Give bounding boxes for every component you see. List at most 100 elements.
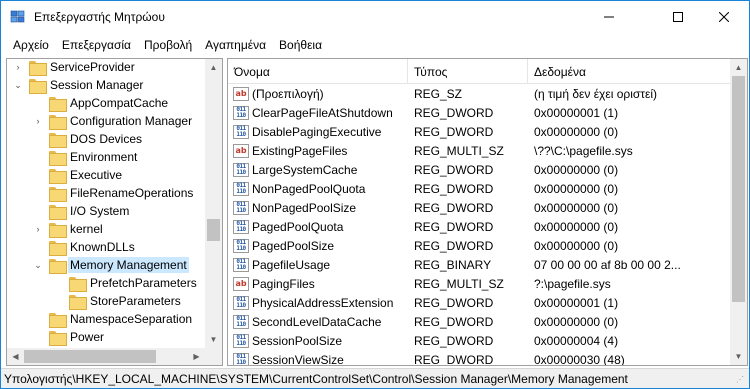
binary-value-icon: 011 110 bbox=[233, 314, 249, 329]
values-vertical-scrollbar[interactable]: ▲ ▼ bbox=[730, 59, 747, 365]
folder-icon bbox=[49, 312, 67, 328]
value-name: ClearPageFileAtShutdown bbox=[252, 105, 393, 120]
values-vertical-scroll-thumb[interactable] bbox=[732, 76, 745, 302]
value-row[interactable]: 011 110 ClearPageFileAtShutdown REG_DWORD 0x… bbox=[228, 103, 731, 122]
value-data: 0x00000000 (0) bbox=[534, 181, 619, 196]
folder-icon bbox=[49, 132, 67, 148]
value-name: PhysicalAddressExtension bbox=[252, 295, 394, 310]
tree-item[interactable]: DOS Devices bbox=[33, 130, 144, 148]
value-type: REG_DWORD bbox=[414, 200, 494, 215]
tree-item-label: Executive bbox=[70, 168, 123, 182]
maximize-button[interactable] bbox=[655, 1, 701, 32]
value-data: 0x00000000 (0) bbox=[534, 162, 619, 177]
close-button[interactable] bbox=[701, 1, 747, 32]
value-row[interactable]: ab ExistingPageFiles REG_MULTI_SZ \??\C:\pa… bbox=[228, 141, 731, 160]
tree-item-label: StoreParameters bbox=[90, 294, 181, 308]
title-bar[interactable]: Επεξεργαστής Μητρώου bbox=[1, 1, 749, 33]
resize-grip-icon[interactable]: ⋰ bbox=[736, 375, 746, 385]
tree-item[interactable]: NamespaceSeparation bbox=[33, 310, 194, 328]
scroll-up-arrow-icon[interactable]: ▲ bbox=[730, 59, 747, 76]
scroll-up-arrow-icon[interactable]: ▲ bbox=[205, 59, 222, 76]
tree-item[interactable]: FileRenameOperations bbox=[33, 184, 195, 202]
tree-item-label: Configuration Manager bbox=[70, 114, 193, 128]
tree-item[interactable]: › Configuration Manager bbox=[33, 112, 194, 130]
tree-horizontal-scroll-thumb[interactable] bbox=[24, 350, 156, 363]
value-type: REG_DWORD bbox=[414, 295, 494, 310]
value-row[interactable]: 011 110 PagefileUsage REG_BINARY 07 00 00 00… bbox=[228, 255, 731, 274]
value-data: 0x00000000 (0) bbox=[534, 238, 619, 253]
value-row[interactable]: 011 110 PhysicalAddressExtension REG_DWORD 0… bbox=[228, 293, 731, 312]
menu-favorites[interactable]: Αγαπημένα bbox=[200, 38, 274, 52]
menu-help[interactable]: Βοήθεια bbox=[274, 38, 330, 52]
binary-value-icon: 011 110 bbox=[233, 295, 249, 310]
tree-vertical-scroll-thumb[interactable] bbox=[207, 219, 220, 241]
menu-edit[interactable]: Επεξεργασία bbox=[57, 38, 139, 52]
expander-placeholder bbox=[33, 238, 43, 256]
value-row[interactable]: 011 110 DisablePagingExecutive REG_DWORD 0x0… bbox=[228, 122, 731, 141]
expand-chevron-icon[interactable]: › bbox=[33, 220, 43, 238]
tree-item[interactable]: Executive bbox=[33, 166, 124, 184]
value-data: 0x00000001 (1) bbox=[534, 295, 619, 310]
binary-value-icon: 011 110 bbox=[233, 181, 249, 196]
value-name-cell: 011 110 SecondLevelDataCache bbox=[233, 312, 408, 331]
value-row[interactable]: ab PagingFiles REG_MULTI_SZ ?:\pagefile.sys bbox=[228, 274, 731, 293]
key-tree-pane[interactable]: › ServiceProvider ⌄ Session Manager AppCompa… bbox=[6, 58, 223, 366]
tree-item[interactable]: ⌄ Memory Management bbox=[33, 256, 189, 274]
tree-item[interactable]: Environment bbox=[33, 148, 139, 166]
value-name: LargeSystemCache bbox=[252, 162, 358, 177]
tree-item[interactable]: AppCompatCache bbox=[33, 94, 170, 112]
value-name: NonPagedPoolQuota bbox=[252, 181, 366, 196]
tree-item-label: Environment bbox=[70, 150, 138, 164]
value-data: 0x00000030 (48) bbox=[534, 352, 625, 366]
values-pane[interactable]: Όνομα Τύπος Δεδομένα ab (Προεπιλογή) REG_S… bbox=[227, 58, 748, 366]
tree-item[interactable]: › ServiceProvider bbox=[13, 59, 137, 76]
key-path: Υπολογιστής\HKEY_LOCAL_MACHINE\SYSTEM\Cu… bbox=[4, 371, 628, 386]
folder-icon bbox=[49, 186, 67, 202]
string-value-icon: ab bbox=[233, 143, 249, 158]
scroll-down-arrow-icon[interactable]: ▼ bbox=[205, 331, 222, 348]
tree-item[interactable]: Power bbox=[33, 328, 106, 346]
value-row[interactable]: 011 110 NonPagedPoolSize REG_DWORD 0x0000000… bbox=[228, 198, 731, 217]
value-row[interactable]: 011 110 NonPagedPoolQuota REG_DWORD 0x000000… bbox=[228, 179, 731, 198]
menu-file[interactable]: Αρχείο bbox=[8, 38, 57, 52]
folder-icon bbox=[49, 204, 67, 220]
column-header-data[interactable]: Δεδομένα bbox=[528, 59, 731, 84]
expander-placeholder bbox=[33, 94, 43, 112]
tree-item[interactable]: ⌄ Session Manager bbox=[13, 76, 145, 94]
value-type: REG_MULTI_SZ bbox=[414, 143, 504, 158]
tree-horizontal-scrollbar[interactable]: ◀ ▶ bbox=[7, 348, 205, 365]
value-name-cell: 011 110 LargeSystemCache bbox=[233, 160, 408, 179]
scroll-right-arrow-icon[interactable]: ▶ bbox=[188, 348, 205, 365]
scroll-down-arrow-icon[interactable]: ▼ bbox=[730, 348, 747, 365]
value-row[interactable]: 011 110 PagedPoolQuota REG_DWORD 0x00000000 … bbox=[228, 217, 731, 236]
folder-icon bbox=[69, 294, 87, 310]
value-row[interactable]: 011 110 LargeSystemCache REG_DWORD 0x0000000… bbox=[228, 160, 731, 179]
menu-view[interactable]: Προβολή bbox=[139, 38, 200, 52]
tree-item-label: Session Manager bbox=[50, 78, 144, 92]
value-type: REG_SZ bbox=[414, 86, 463, 101]
value-row[interactable]: 011 110 PagedPoolSize REG_DWORD 0x00000000 (… bbox=[228, 236, 731, 255]
value-row[interactable]: 011 110 SecondLevelDataCache REG_DWORD 0x000… bbox=[228, 312, 731, 331]
tree-item[interactable]: PrefetchParameters bbox=[53, 274, 199, 292]
value-row[interactable]: ab (Προεπιλογή) REG_SZ (η τιμή δεν έχει ορι… bbox=[228, 84, 731, 103]
value-name: NonPagedPoolSize bbox=[252, 200, 357, 215]
tree-item[interactable]: StoreParameters bbox=[53, 292, 183, 310]
tree-item[interactable]: › kernel bbox=[33, 220, 105, 238]
collapse-chevron-icon[interactable]: ⌄ bbox=[13, 76, 23, 94]
expand-chevron-icon[interactable]: › bbox=[33, 112, 43, 130]
value-type: REG_DWORD bbox=[414, 124, 494, 139]
expand-chevron-icon[interactable]: › bbox=[13, 59, 23, 76]
value-row[interactable]: 011 110 SessionPoolSize REG_DWORD 0x00000004… bbox=[228, 331, 731, 350]
collapse-chevron-icon[interactable]: ⌄ bbox=[33, 256, 43, 274]
column-header-name[interactable]: Όνομα bbox=[228, 59, 408, 84]
value-data: ?:\pagefile.sys bbox=[534, 276, 611, 291]
minimize-button[interactable] bbox=[586, 1, 632, 32]
tree-item[interactable]: KnownDLLs bbox=[33, 238, 137, 256]
column-header-type[interactable]: Τύπος bbox=[408, 59, 528, 84]
tree-item[interactable]: I/O System bbox=[33, 202, 131, 220]
value-name-cell: 011 110 SessionPoolSize bbox=[233, 331, 408, 350]
string-value-icon: ab bbox=[233, 276, 249, 291]
value-row[interactable]: 011 110 SessionViewSize REG_DWORD 0x00000030… bbox=[228, 350, 731, 366]
tree-vertical-scrollbar[interactable]: ▲ ▼ bbox=[205, 59, 222, 348]
scroll-left-arrow-icon[interactable]: ◀ bbox=[7, 348, 24, 365]
